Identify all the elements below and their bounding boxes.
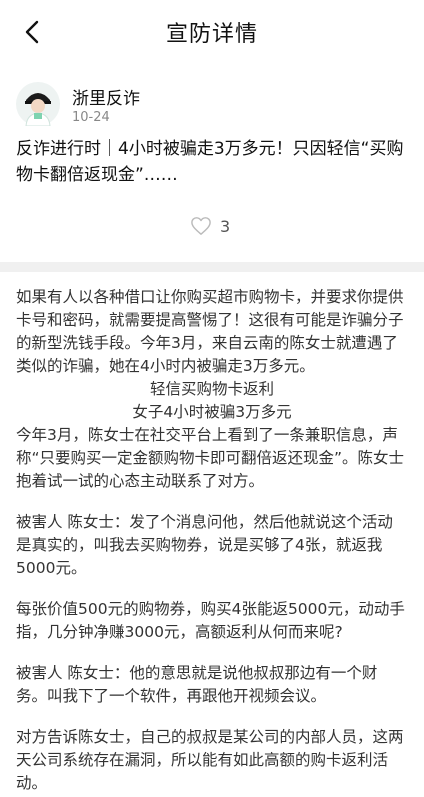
article-body: 如果有人以各种借口让你购买超市购物卡，并要求你提供卡号和密码，就需要提高警惕了！… xyxy=(0,272,424,797)
page-title: 宣防详情 xyxy=(165,22,258,47)
article-subtitle: 轻信买购物卡返利 xyxy=(149,380,274,398)
article-paragraph: 对方告诉陈女士，自己的叔叔是某公司的内部人员，这两天公司系统存在漏洞，所以能有如… xyxy=(16,728,404,792)
like-count: 3 xyxy=(220,216,231,236)
nav-bar: 宣防详情 xyxy=(0,0,424,64)
police-avatar-icon xyxy=(16,82,60,127)
article-paragraph: 如果有人以各种借口让你购买超市购物卡，并要求你提供卡号和密码，就需要提高警惕了！… xyxy=(16,288,404,375)
article-paragraph: 今年3月，陈女士在社交平台上看到了一条兼职信息，声称“只要购买一定金额购物卡即可… xyxy=(16,426,405,490)
section-divider xyxy=(0,262,424,272)
article-paragraph: 被害人 陈女士：发了个消息问他，然后他就说这个活动是真实的，叫我去买购物券，说是… xyxy=(16,513,393,577)
heart-outline-icon xyxy=(191,217,211,235)
article-paragraph: 每张价值500元的购物券，购买4张能返5000元，动动手指，几分钟净赚3000元… xyxy=(16,600,405,641)
article-paragraph: 被害人 陈女士：他的意思就是说他叔叔那边有一个财务。叫我下了一个软件，再跟他开视… xyxy=(16,664,378,705)
post-title: 反诈进行时｜4小时被骗走3万多元！只因轻信“买购物卡翻倍返现金”…… xyxy=(16,139,404,185)
post-card: 浙里反诈 10-24 反诈进行时｜4小时被骗走3万多元！只因轻信“买购物卡翻倍返… xyxy=(0,64,424,262)
post-date: 10-24 xyxy=(72,110,110,125)
article-subtitle: 女子4小时被骗3万多元 xyxy=(132,403,292,421)
author-name: 浙里反诈 xyxy=(72,89,140,109)
like-button[interactable]: 3 xyxy=(190,216,230,236)
avatar[interactable] xyxy=(16,82,60,127)
